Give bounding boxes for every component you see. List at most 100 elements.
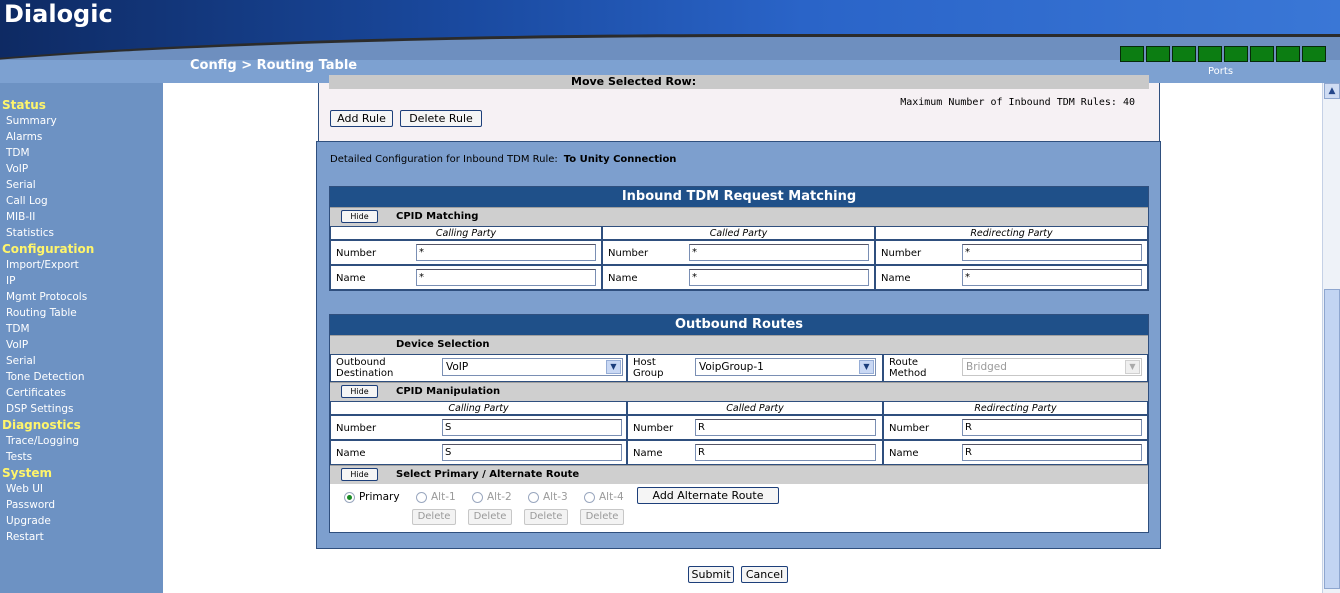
device-row: Outbound Destination VoIP ▼ Host Group V… <box>330 354 1148 382</box>
route-method-label-line2: Method <box>889 368 927 379</box>
nav-item-import-export[interactable]: Import/Export <box>6 257 163 273</box>
nav-item-web-ui[interactable]: Web UI <box>6 481 163 497</box>
out-redirecting-number-label: Number <box>889 423 930 434</box>
nav-section-diagnostics[interactable]: Diagnostics <box>2 417 163 433</box>
redirecting-number-cell: Number * <box>875 240 1148 265</box>
add-rule-button[interactable]: Add Rule <box>330 110 393 127</box>
port-indicator[interactable] <box>1146 46 1170 62</box>
chevron-down-icon[interactable]: ▼ <box>859 360 874 374</box>
nav-item-trace-logging[interactable]: Trace/Logging <box>6 433 163 449</box>
outbound-destination-select[interactable]: VoIP ▼ <box>442 358 623 376</box>
port-indicator[interactable] <box>1224 46 1248 62</box>
inbound-number-row: Number * Number * Number * <box>330 240 1148 265</box>
called-name-label: Name <box>608 273 638 284</box>
scroll-up-icon[interactable]: ▲ <box>1324 83 1340 99</box>
out-calling-name-label: Name <box>336 448 366 459</box>
nav-item-tone-detection[interactable]: Tone Detection <box>6 369 163 385</box>
port-indicator[interactable] <box>1250 46 1274 62</box>
port-indicator[interactable] <box>1172 46 1196 62</box>
nav-section-system[interactable]: System <box>2 465 163 481</box>
delete-alt-1-button[interactable]: Delete <box>412 509 456 525</box>
out-redirecting-name-input[interactable]: R <box>962 444 1142 461</box>
nav-item-voip[interactable]: VoIP <box>6 161 163 177</box>
nav-item-call-log[interactable]: Call Log <box>6 193 163 209</box>
outbound-header-row: Calling Party Called Party Redirecting P… <box>330 401 1148 415</box>
calling-name-label: Name <box>336 273 366 284</box>
outbound-title: Outbound Routes <box>330 315 1148 335</box>
hide-route-select-button[interactable]: Hide <box>341 468 378 481</box>
nav-item-serial[interactable]: Serial <box>6 177 163 193</box>
delete-rule-button[interactable]: Delete Rule <box>400 110 482 127</box>
inbound-name-row: Name * Name * Name * <box>330 265 1148 290</box>
submit-button[interactable]: Submit <box>688 566 734 583</box>
redirecting-number-input[interactable]: * <box>962 244 1142 261</box>
nav-group-system: System Web UI Password Upgrade Restart <box>0 465 163 545</box>
nav-item-password[interactable]: Password <box>6 497 163 513</box>
delete-alt-3-button[interactable]: Delete <box>524 509 568 525</box>
nav-item-upgrade[interactable]: Upgrade <box>6 513 163 529</box>
out-called-name-input[interactable]: R <box>695 444 876 461</box>
cancel-button[interactable]: Cancel <box>741 566 788 583</box>
device-selection-label: Device Selection <box>396 339 490 350</box>
radio-selected-icon[interactable] <box>344 491 355 503</box>
add-alternate-route-button[interactable]: Add Alternate Route <box>637 487 779 504</box>
radio-icon[interactable] <box>472 491 483 503</box>
host-group-select[interactable]: VoipGroup-1 ▼ <box>695 358 876 376</box>
route-select-label: Select Primary / Alternate Route <box>396 469 580 480</box>
port-indicator[interactable] <box>1276 46 1300 62</box>
nav-item-config-tdm[interactable]: TDM <box>6 321 163 337</box>
nav-item-tdm[interactable]: TDM <box>6 145 163 161</box>
called-name-cell: Name * <box>602 265 875 290</box>
nav-item-config-serial[interactable]: Serial <box>6 353 163 369</box>
called-name-input[interactable]: * <box>689 269 869 286</box>
nav-item-certificates[interactable]: Certificates <box>6 385 163 401</box>
route-method-select[interactable]: Bridged ▼ <box>962 358 1142 376</box>
ports-status <box>1120 46 1326 62</box>
primary-radio[interactable]: Primary <box>344 491 400 503</box>
hide-cpid-matching-button[interactable]: Hide <box>341 210 378 223</box>
nav-item-config-voip[interactable]: VoIP <box>6 337 163 353</box>
nav-item-restart[interactable]: Restart <box>6 529 163 545</box>
delete-alt-4-button[interactable]: Delete <box>580 509 624 525</box>
alt-3-radio[interactable]: Alt-3 <box>528 491 568 503</box>
calling-name-input[interactable]: * <box>416 269 596 286</box>
nav-item-statistics[interactable]: Statistics <box>6 225 163 241</box>
hide-cpid-manipulation-button[interactable]: Hide <box>341 385 378 398</box>
nav-section-configuration[interactable]: Configuration <box>2 241 163 257</box>
nav-item-summary[interactable]: Summary <box>6 113 163 129</box>
nav-item-tests[interactable]: Tests <box>6 449 163 465</box>
nav-item-dsp-settings[interactable]: DSP Settings <box>6 401 163 417</box>
out-calling-name-cell: Name S <box>330 440 627 465</box>
route-method-label-line1: Route <box>889 357 919 368</box>
calling-number-input[interactable]: * <box>416 244 596 261</box>
nav-item-mgmt-protocols[interactable]: Mgmt Protocols <box>6 289 163 305</box>
nav-item-ip[interactable]: IP <box>6 273 163 289</box>
alt-4-radio[interactable]: Alt-4 <box>584 491 624 503</box>
radio-icon[interactable] <box>416 491 427 503</box>
out-redirecting-number-input[interactable]: R <box>962 419 1142 436</box>
scroll-thumb[interactable] <box>1324 289 1340 589</box>
out-redirecting-number-cell: Number R <box>883 415 1148 440</box>
nav-group-status: Status Summary Alarms TDM VoIP Serial Ca… <box>0 83 163 241</box>
nav-item-routing-table[interactable]: Routing Table <box>6 305 163 321</box>
chevron-down-icon[interactable]: ▼ <box>606 360 621 374</box>
move-row-bar: Move Selected Row: <box>329 75 1149 89</box>
device-selection-bar: Device Selection <box>330 335 1148 354</box>
page-scrollbar[interactable]: ▲ <box>1322 83 1340 593</box>
nav-section-status[interactable]: Status <box>2 97 163 113</box>
nav-item-alarms[interactable]: Alarms <box>6 129 163 145</box>
radio-icon[interactable] <box>584 491 595 503</box>
out-called-number-input[interactable]: R <box>695 419 876 436</box>
delete-alt-2-button[interactable]: Delete <box>468 509 512 525</box>
nav-item-mib-ii[interactable]: MIB-II <box>6 209 163 225</box>
called-number-input[interactable]: * <box>689 244 869 261</box>
radio-icon[interactable] <box>528 491 539 503</box>
redirecting-name-input[interactable]: * <box>962 269 1142 286</box>
alt-2-radio[interactable]: Alt-2 <box>472 491 512 503</box>
port-indicator[interactable] <box>1120 46 1144 62</box>
out-calling-name-input[interactable]: S <box>442 444 622 461</box>
port-indicator[interactable] <box>1302 46 1326 62</box>
alt-1-radio[interactable]: Alt-1 <box>416 491 456 503</box>
out-calling-number-input[interactable]: S <box>442 419 622 436</box>
port-indicator[interactable] <box>1198 46 1222 62</box>
